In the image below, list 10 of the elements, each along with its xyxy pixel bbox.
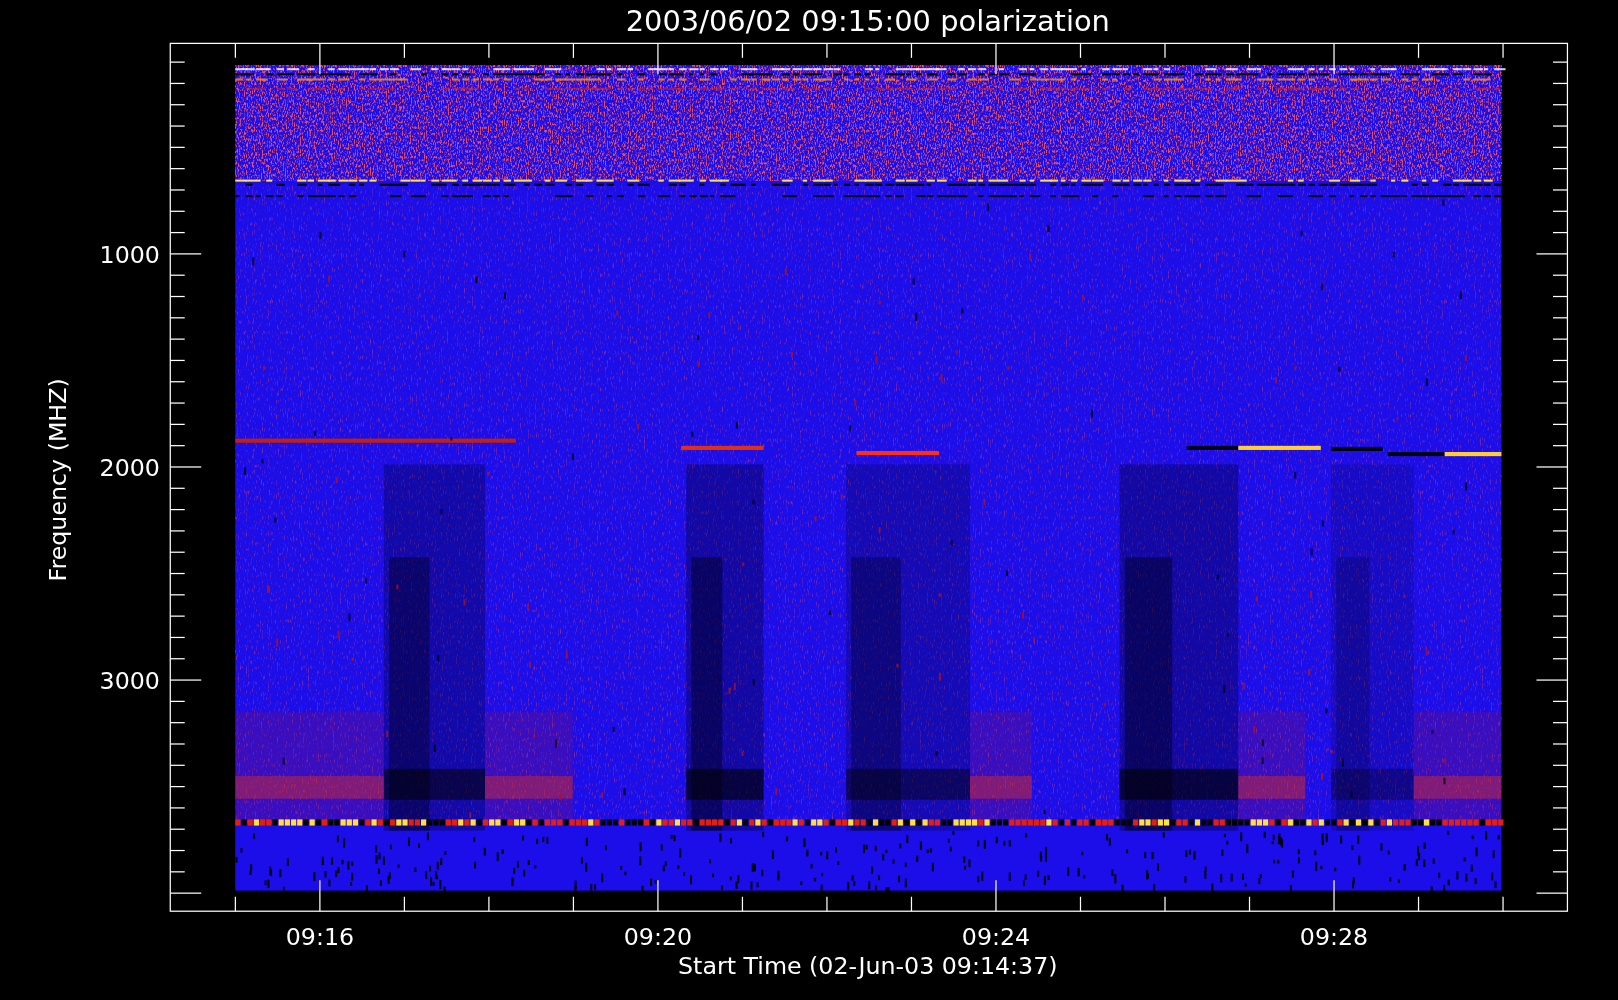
- tick-label: 2000: [99, 454, 160, 483]
- tick-label: 09:28: [1299, 923, 1369, 952]
- axis-label: Start Time (02-Jun-03 09:14:37): [678, 952, 1058, 981]
- tick-label: 09:20: [623, 923, 693, 952]
- plot-title: 2003/06/02 09:15:00 polarization: [625, 4, 1110, 38]
- axis-label: Frequency (MHZ): [44, 378, 73, 582]
- tick-label: 1000: [99, 241, 160, 270]
- tick-label: 09:16: [285, 923, 355, 952]
- tick-label: 09:24: [961, 923, 1031, 952]
- tick-label: 3000: [99, 667, 160, 696]
